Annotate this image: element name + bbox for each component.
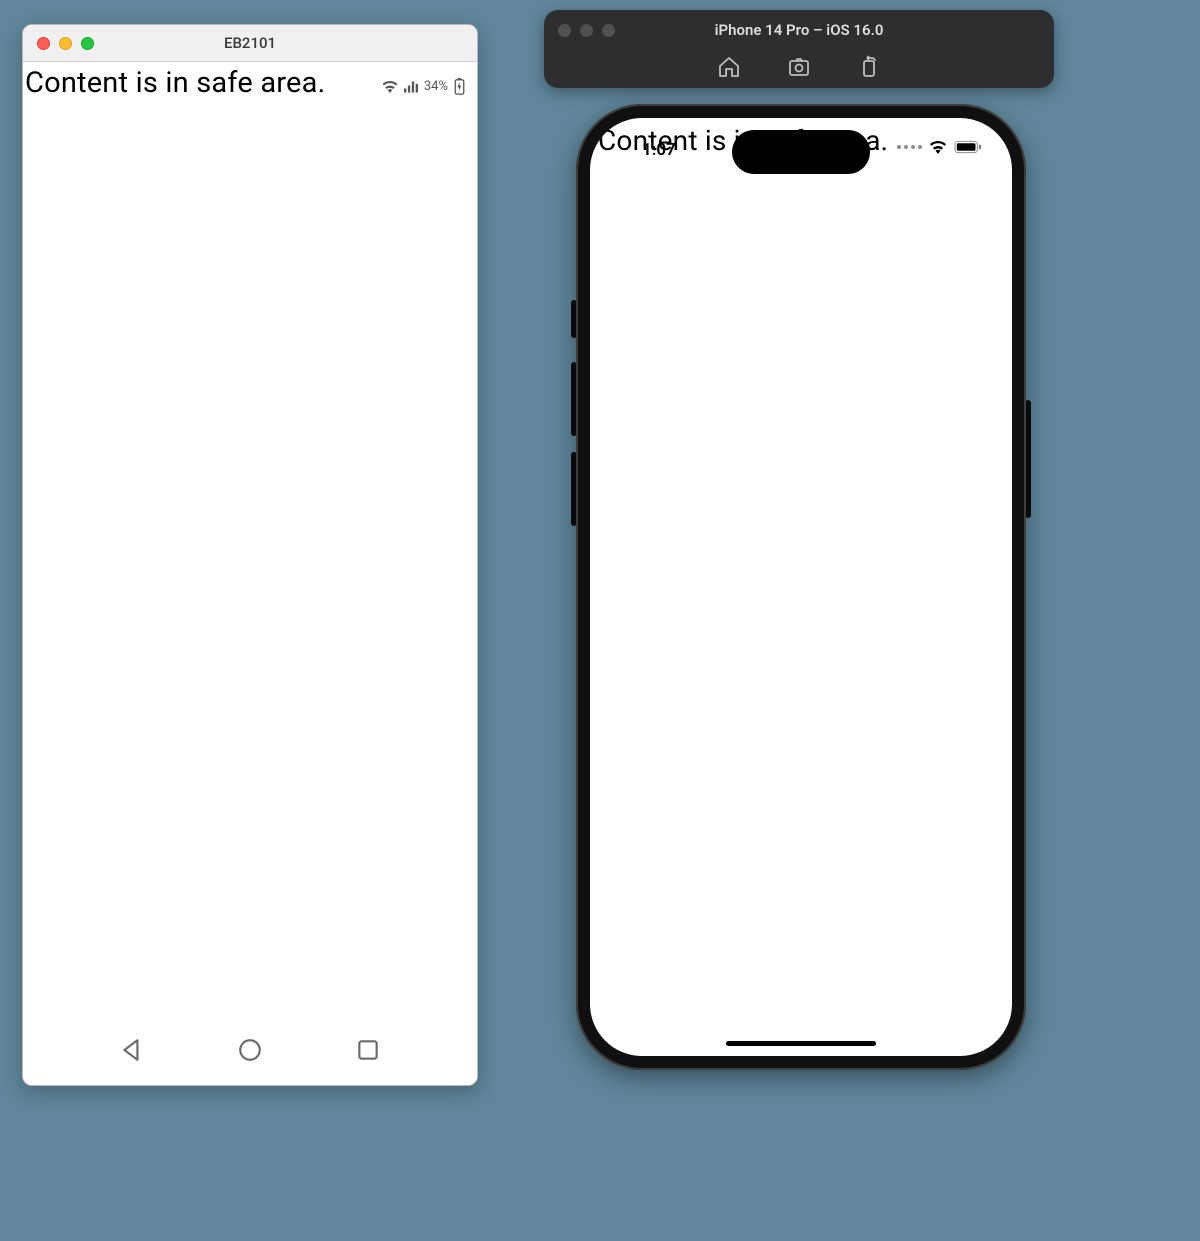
back-button[interactable] bbox=[119, 1037, 145, 1063]
android-titlebar: EB2101 bbox=[23, 25, 477, 62]
app-content-text: Content is in safe area. bbox=[25, 66, 325, 100]
zoom-icon[interactable] bbox=[602, 24, 615, 37]
home-indicator[interactable] bbox=[726, 1041, 876, 1046]
wifi-icon bbox=[382, 81, 398, 93]
android-emulator-window: EB2101 Content is in safe area. 34% bbox=[22, 24, 478, 1086]
ios-simulator-toolbar: iPhone 14 Pro – iOS 16.0 bbox=[544, 10, 1054, 88]
iphone-simulator: Content is in safe area. 1:07 bbox=[576, 104, 1026, 1070]
zoom-icon[interactable] bbox=[81, 37, 94, 50]
ios-status-bar-right bbox=[897, 140, 982, 154]
home-button[interactable] bbox=[717, 55, 741, 79]
window-controls bbox=[37, 37, 94, 50]
battery-percent-label: 34% bbox=[424, 79, 448, 94]
toolbar-window-controls bbox=[558, 24, 615, 37]
close-icon[interactable] bbox=[37, 37, 50, 50]
android-nav-bar bbox=[23, 1015, 477, 1085]
toolbar-title: iPhone 14 Pro – iOS 16.0 bbox=[544, 21, 1054, 39]
minimize-icon[interactable] bbox=[580, 24, 593, 37]
screenshot-button[interactable] bbox=[787, 55, 811, 79]
rotate-button[interactable] bbox=[857, 55, 881, 79]
android-screen: Content is in safe area. 34% bbox=[23, 62, 477, 1085]
minimize-icon[interactable] bbox=[59, 37, 72, 50]
status-time: 1:07 bbox=[642, 140, 676, 160]
battery-icon bbox=[454, 78, 465, 95]
wifi-icon bbox=[929, 141, 947, 154]
home-button[interactable] bbox=[237, 1037, 263, 1063]
iphone-frame: Content is in safe area. 1:07 bbox=[576, 104, 1026, 1070]
battery-icon bbox=[954, 140, 982, 154]
signal-icon bbox=[404, 81, 418, 93]
dynamic-island bbox=[732, 130, 870, 174]
overview-button[interactable] bbox=[355, 1037, 381, 1063]
iphone-screen: Content is in safe area. 1:07 bbox=[590, 118, 1012, 1056]
cellular-icon bbox=[897, 145, 922, 149]
close-icon[interactable] bbox=[558, 24, 571, 37]
android-status-bar-right: 34% bbox=[382, 78, 465, 95]
